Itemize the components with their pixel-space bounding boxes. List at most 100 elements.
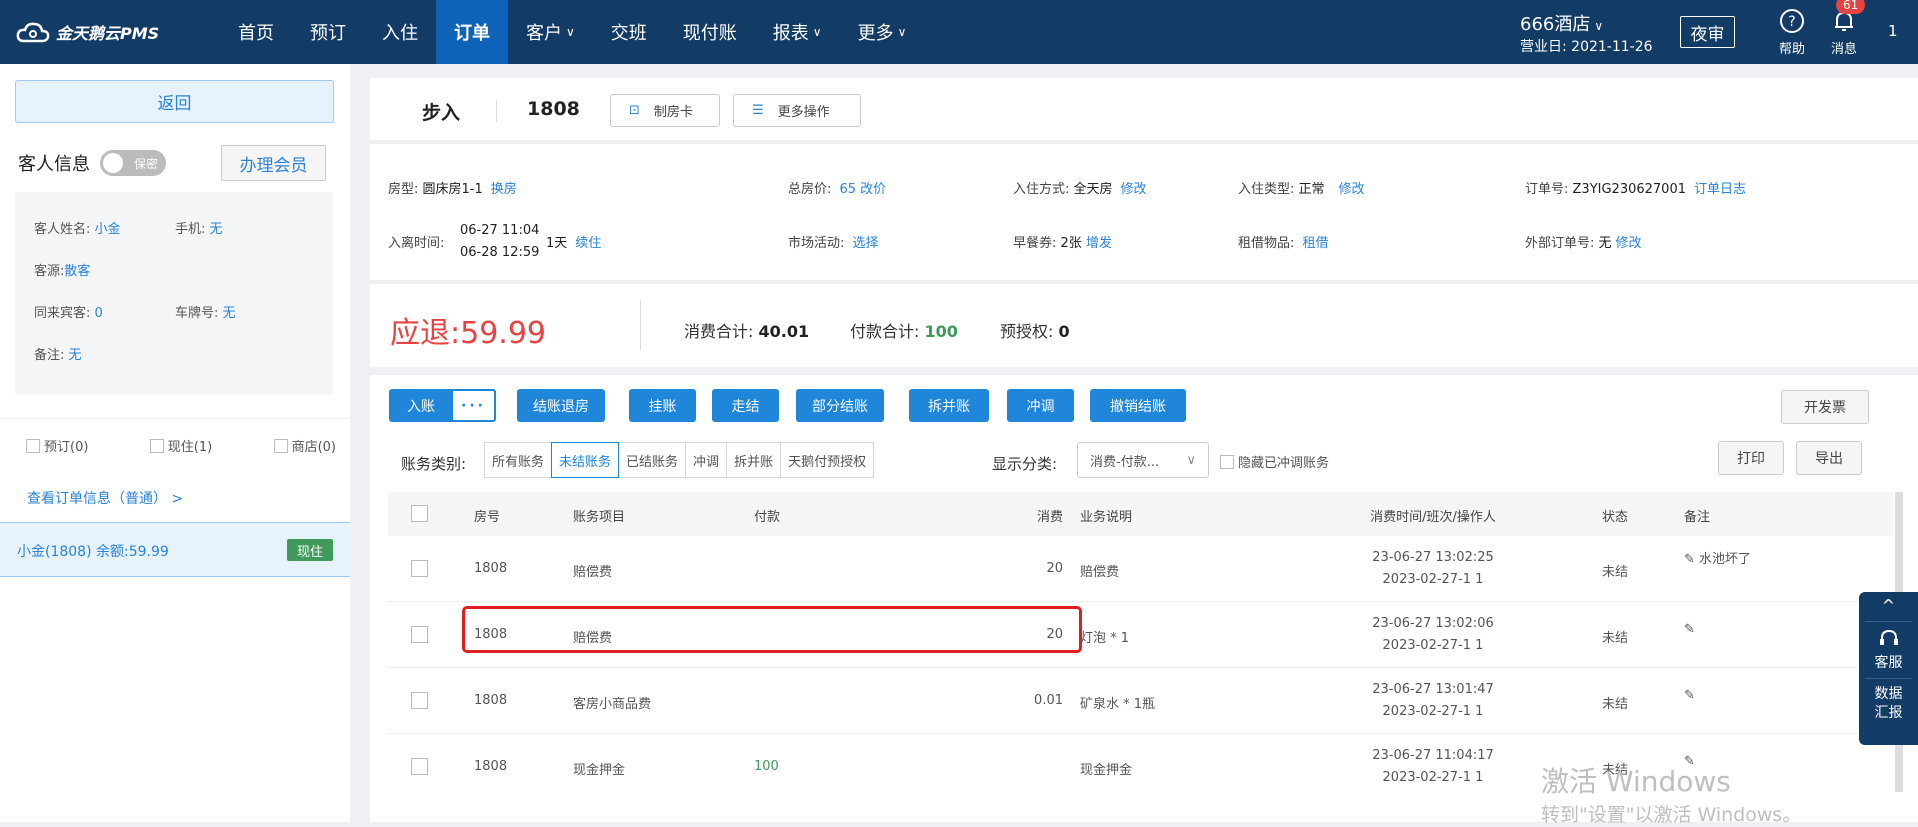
room-type-field: 房型: 圆床房1-1 换房 [388, 182, 517, 197]
tab-settled[interactable]: 已结账务 [618, 442, 687, 478]
checkbox[interactable] [26, 438, 40, 453]
cancel-settle-button[interactable]: 撤销结账 [1090, 389, 1186, 422]
headset-icon [1879, 629, 1898, 645]
back-button[interactable]: 返回 [15, 80, 334, 123]
row-checkbox[interactable] [411, 692, 428, 709]
tab-unsettled[interactable]: 未结账务 [551, 442, 620, 478]
change-room-link[interactable]: 换房 [491, 182, 517, 197]
top-header: 金天鹅云PMS 首页 预订 入住 订单 客户 ∨ 交班 现付账 报表 ∨ 更多 ∨ 6… [0, 0, 1918, 64]
tab-all-accounts[interactable]: 所有账务 [484, 442, 553, 478]
app-logo[interactable]: 金天鹅云PMS [16, 18, 159, 46]
question-circle-icon: ? [1780, 9, 1804, 33]
nav-orders[interactable]: 订单 [436, 0, 508, 64]
make-card-button[interactable]: ⊡ 制房卡 [610, 94, 720, 127]
chevron-down-icon: ∨ [812, 25, 822, 39]
message-count-badge: 61 [1836, 0, 1866, 14]
walk-settle-button[interactable]: 走结 [712, 389, 779, 422]
privacy-toggle[interactable]: 保密 [100, 150, 166, 176]
chevron-up-icon[interactable]: ^ [1859, 592, 1918, 615]
print-button[interactable]: 打印 [1718, 441, 1784, 475]
hotel-selector[interactable]: 666酒店 ∨ [1520, 10, 1603, 36]
companions-field: 同来宾客: 0 [34, 306, 103, 321]
night-audit-button[interactable]: 夜审 [1680, 16, 1735, 48]
order-log-link[interactable]: 订单日志 [1694, 182, 1746, 197]
chevron-down-icon: ∨ [566, 25, 575, 39]
windows-watermark: 激活 Windows [1541, 765, 1731, 798]
post-charge-button[interactable]: 入账 [389, 389, 453, 422]
adjust-button[interactable]: 冲调 [1007, 389, 1074, 422]
display-category-select[interactable]: 消费-付款... ∨ [1077, 442, 1209, 478]
card-icon: ⊡ [629, 103, 640, 118]
table-row[interactable]: 1808 赔偿费 20 赔偿费 23-06-27 13:02:25 2023-02… [388, 536, 1893, 602]
member-button[interactable]: 办理会员 [221, 145, 326, 181]
customer-service-button[interactable]: 客服 [1859, 628, 1918, 672]
edit-icon[interactable]: ✎ [1684, 688, 1695, 703]
nav-more[interactable]: 更多 ∨ [840, 0, 925, 64]
row-checkbox[interactable] [411, 626, 428, 643]
order-type: 步入 [422, 102, 461, 124]
hang-account-button[interactable]: 挂账 [629, 389, 696, 422]
messages-button[interactable]: 消息 [1822, 8, 1866, 57]
extend-stay-link[interactable]: 续住 [575, 236, 601, 251]
table-row[interactable]: 1808 客房小商品费 0.01 矿泉水 * 1瓶 23-06-27 13:01… [388, 668, 1893, 734]
checkbox[interactable] [273, 438, 288, 453]
nav-reports[interactable]: 报表 ∨ [755, 0, 840, 64]
partial-settle-button[interactable]: 部分结账 [796, 389, 884, 422]
row-checkbox[interactable] [411, 560, 428, 577]
change-price-link[interactable]: 改价 [860, 182, 886, 197]
user-menu[interactable]: 1 [1888, 22, 1898, 40]
checkbox[interactable] [149, 438, 164, 453]
nav-cash-account[interactable]: 现付账 [665, 0, 755, 64]
hide-adjusted-checkbox[interactable]: 隐藏已冲调账务 [1220, 452, 1329, 471]
data-report-button[interactable]: 数据汇报 [1859, 685, 1918, 723]
view-order-info-link[interactable]: 查看订单信息（普通） > [27, 488, 183, 508]
preauth-total: 预授权: 0 [1000, 322, 1070, 341]
tab-split-merge[interactable]: 拆并账 [726, 442, 782, 478]
remark-cell[interactable]: ✎ [1684, 622, 1695, 637]
left-panel: 返回 客人信息 保密 办理会员 客人姓名: 小金 手机: 无 客源:散客 同来宾… [0, 64, 350, 822]
split-merge-button[interactable]: 拆并账 [909, 389, 989, 422]
checkbox[interactable] [1220, 454, 1234, 469]
order-no-field: 订单号: Z3YIG230627001 订单日志 [1525, 182, 1747, 197]
selected-room-item[interactable]: 小金(1808) 余额:59.99 现住 [0, 522, 350, 577]
post-charge-more-button[interactable]: ··· [453, 389, 496, 422]
edit-icon[interactable]: ✎ [1684, 552, 1695, 567]
nav-home[interactable]: 首页 [220, 0, 292, 64]
remark-cell[interactable]: ✎ [1684, 688, 1695, 703]
select-all-checkbox[interactable] [411, 505, 428, 522]
edit-icon[interactable]: ✎ [1684, 622, 1695, 637]
tab-adjusted[interactable]: 冲调 [685, 442, 728, 478]
help-button[interactable]: ? 帮助 [1772, 8, 1812, 57]
consume-total: 消费合计: 40.01 [684, 322, 810, 341]
tab-preauth[interactable]: 天鹅付预授权 [780, 442, 875, 478]
guest-name-link[interactable]: 小金 [95, 222, 121, 237]
more-ops-button[interactable]: ☰ 更多操作 [733, 94, 861, 127]
modify-link[interactable]: 修改 [1339, 182, 1365, 197]
main-nav: 首页 预订 入住 订单 客户 ∨ 交班 现付账 报表 ∨ 更多 ∨ [220, 0, 924, 64]
summary-panel: 应退:59.99 消费合计: 40.01 付款合计: 100 预授权: 0 [370, 284, 1918, 367]
divider [496, 100, 497, 122]
remark-cell[interactable]: ✎ 水池坏了 [1684, 548, 1751, 567]
tab-shop[interactable]: 商店(0) [273, 436, 336, 455]
guest-info-title: 客人信息 [18, 154, 90, 175]
side-widget: ^ 客服 数据汇报 [1859, 592, 1918, 745]
nav-shift[interactable]: 交班 [593, 0, 665, 64]
modify-link[interactable]: 修改 [1121, 182, 1147, 197]
add-breakfast-link[interactable]: 增发 [1086, 236, 1112, 251]
modify-link[interactable]: 修改 [1616, 236, 1642, 251]
tab-in-house[interactable]: 现住(1) [149, 436, 212, 455]
checkout-button[interactable]: 结账退房 [517, 389, 605, 422]
in-house-tag: 现住 [287, 539, 333, 561]
row-checkbox[interactable] [411, 758, 428, 775]
nav-reservation[interactable]: 预订 [292, 0, 364, 64]
nav-checkin[interactable]: 入住 [364, 0, 436, 64]
inout-label: 入离时间: [388, 236, 445, 251]
list-icon: ☰ [752, 103, 764, 118]
tab-reserved[interactable]: 预订(0) [26, 436, 88, 455]
export-button[interactable]: 导出 [1796, 441, 1862, 475]
nav-customers[interactable]: 客户 ∨ [508, 0, 593, 64]
invoice-button[interactable]: 开发票 [1781, 390, 1869, 424]
chevron-down-icon: ∨ [1186, 452, 1196, 468]
checkin-mode-field: 入住方式: 全天房 修改 [1013, 182, 1147, 197]
checkin-type-field: 入住类型: 正常 修改 [1238, 182, 1365, 197]
